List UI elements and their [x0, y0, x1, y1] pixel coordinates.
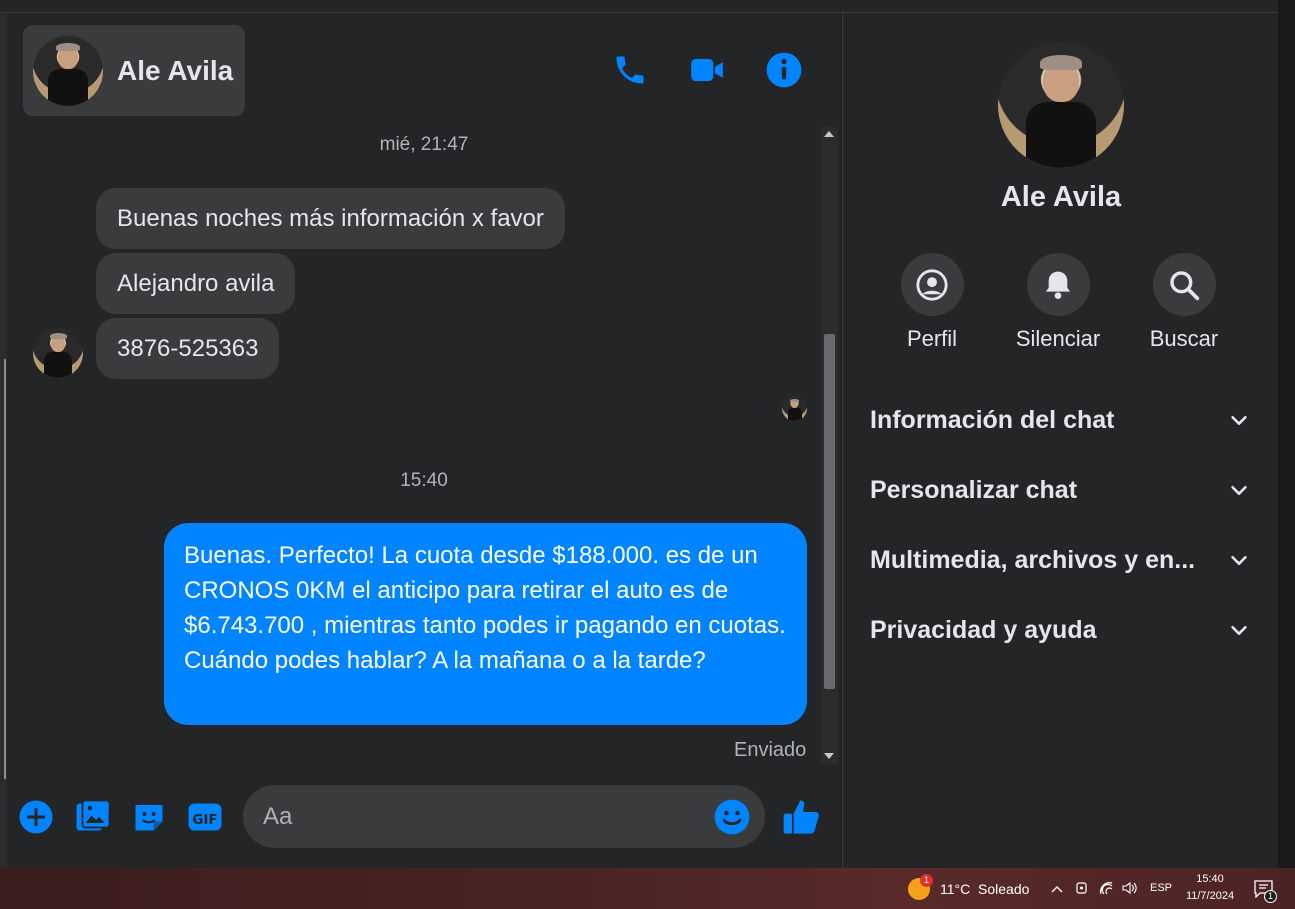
more-actions-button[interactable] — [16, 797, 56, 837]
section-customize-chat[interactable]: Personalizar chat — [870, 465, 1250, 515]
emoji-button[interactable] — [713, 798, 751, 836]
incoming-message[interactable]: Buenas noches más información x favor — [96, 188, 565, 249]
action-label: Buscar — [1149, 326, 1219, 351]
chevron-down-icon — [1231, 625, 1247, 635]
window-right-edge — [1278, 0, 1295, 868]
profile-icon — [916, 268, 948, 301]
like-button[interactable] — [782, 797, 822, 837]
chat-panel: Ale Avila mié, 21:47 Buenas noches más i… — [7, 13, 841, 868]
section-title: Personalizar chat — [870, 475, 1078, 504]
input-language[interactable]: ESP — [1150, 882, 1172, 894]
section-privacy-help[interactable]: Privacidad y ayuda — [870, 605, 1250, 655]
volume-icon[interactable] — [1121, 880, 1137, 896]
message-timestamp: 15:40 — [400, 470, 448, 491]
gif-icon: GIF — [188, 803, 222, 831]
emoji-icon — [714, 799, 750, 835]
chat-info-button[interactable] — [764, 50, 804, 90]
sender-avatar[interactable] — [33, 328, 83, 378]
search-action-button[interactable]: Buscar — [1129, 253, 1239, 352]
windows-taskbar: 1 11°C Soleado ESP 15:40 11/7/2024 1 — [0, 868, 1295, 909]
message-input-container[interactable] — [243, 785, 765, 848]
gif-button[interactable]: GIF — [185, 797, 225, 837]
contact-header-button[interactable]: Ale Avila — [23, 25, 245, 116]
notification-count-badge: 1 — [1264, 890, 1277, 903]
thumbs-up-icon — [783, 800, 819, 834]
sticker-icon — [135, 805, 163, 831]
weather-badge: 1 — [920, 874, 933, 887]
message-input[interactable] — [263, 785, 703, 848]
section-media-files[interactable]: Multimedia, archivos y en... — [870, 535, 1250, 585]
action-label: Silenciar — [1015, 326, 1101, 351]
chevron-down-icon — [1231, 415, 1247, 425]
clock-date[interactable]: 11/7/2024 — [1180, 890, 1240, 902]
section-title: Privacidad y ayuda — [870, 615, 1097, 644]
section-title: Información del chat — [870, 405, 1115, 434]
scroll-down-arrow-icon[interactable] — [824, 753, 834, 759]
message-status: Enviado — [734, 739, 807, 761]
outgoing-message[interactable]: Buenas. Perfecto! La cuota desde $188.00… — [164, 523, 807, 725]
scroll-up-arrow-icon[interactable] — [824, 131, 834, 137]
window-top-bar — [0, 0, 1280, 13]
incoming-message[interactable]: 3876-525363 — [96, 318, 280, 379]
incoming-message[interactable]: Alejandro avila — [96, 253, 296, 314]
mute-action-button[interactable]: Silenciar — [1003, 253, 1113, 352]
gallery-icon — [76, 799, 111, 831]
profile-action-button[interactable]: Perfil — [877, 253, 987, 352]
profile-name: Ale Avila — [1000, 181, 1122, 213]
phone-call-button[interactable] — [610, 50, 650, 90]
svg-text:GIF: GIF — [192, 812, 217, 828]
sticker-button[interactable] — [129, 797, 169, 837]
read-receipt-avatar — [782, 396, 807, 421]
attach-photo-button[interactable] — [73, 797, 113, 837]
chevron-down-icon — [1231, 485, 1247, 495]
video-call-button[interactable] — [687, 50, 727, 90]
search-icon — [1170, 270, 1200, 300]
contact-name: Ale Avila — [117, 54, 234, 86]
chevron-up-icon[interactable] — [1050, 883, 1064, 895]
left-scroll-indicator — [4, 359, 6, 779]
profile-avatar[interactable] — [998, 42, 1124, 168]
chat-details-sidebar: Ale Avila Perfil Silenciar Buscar Inform… — [842, 13, 1278, 868]
wifi-icon[interactable] — [1098, 880, 1114, 896]
section-chat-info[interactable]: Información del chat — [870, 395, 1250, 445]
video-camera-icon — [691, 58, 723, 82]
chat-scrollbar[interactable] — [821, 127, 838, 764]
chevron-down-icon — [1231, 555, 1247, 565]
bell-icon — [1046, 271, 1070, 299]
plus-circle-icon — [19, 800, 53, 834]
contact-avatar — [33, 35, 103, 106]
left-panel-edge — [0, 13, 7, 868]
message-timestamp: mié, 21:47 — [379, 134, 469, 155]
info-icon — [766, 52, 802, 88]
clock-time[interactable]: 15:40 — [1190, 873, 1230, 885]
action-label: Perfil — [906, 326, 958, 351]
section-title: Multimedia, archivos y en... — [870, 545, 1196, 574]
meet-now-icon[interactable] — [1075, 880, 1089, 896]
phone-icon — [616, 56, 644, 84]
weather-widget[interactable]: 11°C Soleado — [940, 881, 1029, 897]
scrollbar-thumb[interactable] — [824, 334, 835, 689]
